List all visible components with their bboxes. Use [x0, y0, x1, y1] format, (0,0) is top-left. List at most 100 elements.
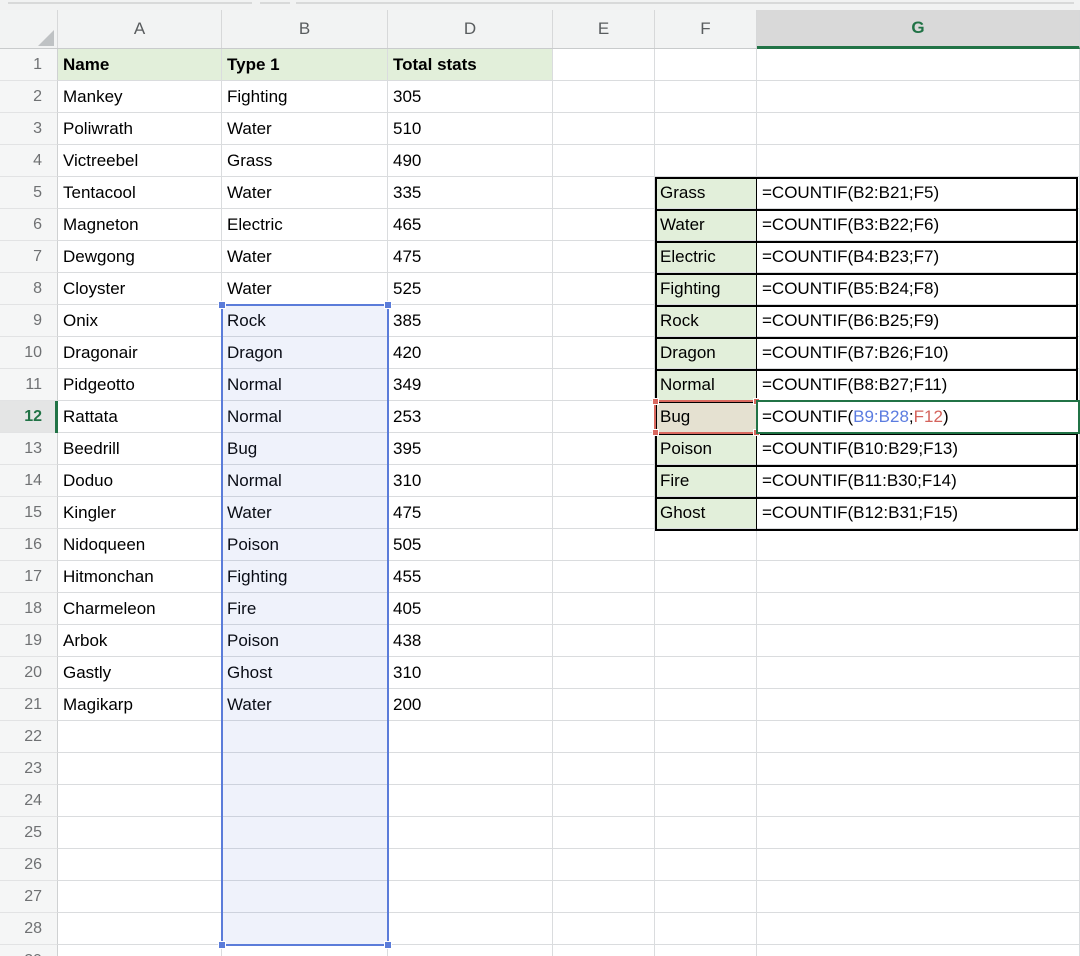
- cell-F20[interactable]: [655, 657, 757, 689]
- cell-G3[interactable]: [757, 113, 1080, 145]
- cell-F14[interactable]: Fire: [655, 465, 757, 497]
- cell-A16[interactable]: Nidoqueen: [58, 529, 222, 561]
- row-header-25[interactable]: 25: [0, 817, 58, 849]
- row-header-20[interactable]: 20: [0, 657, 58, 689]
- cell-F4[interactable]: [655, 145, 757, 177]
- range-handle-top-left[interactable]: [218, 301, 226, 309]
- cell-E7[interactable]: [553, 241, 655, 273]
- cell-E16[interactable]: [553, 529, 655, 561]
- cell-A9[interactable]: Onix: [58, 305, 222, 337]
- cell-A15[interactable]: Kingler: [58, 497, 222, 529]
- cell-A4[interactable]: Victreebel: [58, 145, 222, 177]
- cell-E27[interactable]: [553, 881, 655, 913]
- cell-D11[interactable]: 349: [388, 369, 553, 401]
- cell-G14[interactable]: =COUNTIF(B11:B30;F14): [757, 465, 1080, 497]
- row-header-19[interactable]: 19: [0, 625, 58, 657]
- range-handle-bottom-right[interactable]: [384, 941, 392, 949]
- cell-F5[interactable]: Grass: [655, 177, 757, 209]
- row-header-11[interactable]: 11: [0, 369, 58, 401]
- cell-G6[interactable]: =COUNTIF(B3:B22;F6): [757, 209, 1080, 241]
- cell-G9[interactable]: =COUNTIF(B6:B25;F9): [757, 305, 1080, 337]
- cell-E8[interactable]: [553, 273, 655, 305]
- row-header-13[interactable]: 13: [0, 433, 58, 465]
- row-header-4[interactable]: 4: [0, 145, 58, 177]
- cell-F8[interactable]: Fighting: [655, 273, 757, 305]
- cell-D5[interactable]: 335: [388, 177, 553, 209]
- cell-E18[interactable]: [553, 593, 655, 625]
- row-header-17[interactable]: 17: [0, 561, 58, 593]
- cell-E26[interactable]: [553, 849, 655, 881]
- column-header-D[interactable]: D: [388, 10, 553, 48]
- cell-F26[interactable]: [655, 849, 757, 881]
- cell-A29[interactable]: [58, 945, 222, 956]
- cell-A26[interactable]: [58, 849, 222, 881]
- cell-A11[interactable]: Pidgeotto: [58, 369, 222, 401]
- cell-A27[interactable]: [58, 881, 222, 913]
- row-header-3[interactable]: 3: [0, 113, 58, 145]
- cell-E2[interactable]: [553, 81, 655, 113]
- cell-A6[interactable]: Magneton: [58, 209, 222, 241]
- cell-D26[interactable]: [388, 849, 553, 881]
- cell-A18[interactable]: Charmeleon: [58, 593, 222, 625]
- cell-F1[interactable]: [655, 49, 757, 81]
- reference-range-B9-B28[interactable]: [221, 304, 389, 946]
- cell-E28[interactable]: [553, 913, 655, 945]
- cell-D1[interactable]: Total stats: [388, 49, 553, 81]
- cell-E3[interactable]: [553, 113, 655, 145]
- cell-E1[interactable]: [553, 49, 655, 81]
- row-header-27[interactable]: 27: [0, 881, 58, 913]
- row-header-22[interactable]: 22: [0, 721, 58, 753]
- cell-F23[interactable]: [655, 753, 757, 785]
- cell-F19[interactable]: [655, 625, 757, 657]
- cell-G11[interactable]: =COUNTIF(B8:B27;F11): [757, 369, 1080, 401]
- cell-G18[interactable]: [757, 593, 1080, 625]
- row-header-23[interactable]: 23: [0, 753, 58, 785]
- cell-E29[interactable]: [553, 945, 655, 956]
- cell-A1[interactable]: Name: [58, 49, 222, 81]
- cell-D20[interactable]: 310: [388, 657, 553, 689]
- cell-D15[interactable]: 475: [388, 497, 553, 529]
- cell-D22[interactable]: [388, 721, 553, 753]
- cell-D6[interactable]: 465: [388, 209, 553, 241]
- cell-B29[interactable]: [222, 945, 388, 956]
- range-handle-top-left[interactable]: [652, 398, 659, 405]
- cell-F2[interactable]: [655, 81, 757, 113]
- cell-G26[interactable]: [757, 849, 1080, 881]
- cell-F22[interactable]: [655, 721, 757, 753]
- cell-A10[interactable]: Dragonair: [58, 337, 222, 369]
- cell-F17[interactable]: [655, 561, 757, 593]
- row-header-2[interactable]: 2: [0, 81, 58, 113]
- column-header-B[interactable]: B: [222, 10, 388, 48]
- cell-F13[interactable]: Poison: [655, 433, 757, 465]
- cell-F6[interactable]: Water: [655, 209, 757, 241]
- cell-D13[interactable]: 395: [388, 433, 553, 465]
- row-header-10[interactable]: 10: [0, 337, 58, 369]
- cell-F16[interactable]: [655, 529, 757, 561]
- cell-A28[interactable]: [58, 913, 222, 945]
- cell-G23[interactable]: [757, 753, 1080, 785]
- cell-B5[interactable]: Water: [222, 177, 388, 209]
- cell-G19[interactable]: [757, 625, 1080, 657]
- cell-D19[interactable]: 438: [388, 625, 553, 657]
- range-handle-bottom-left[interactable]: [652, 429, 659, 436]
- row-header-21[interactable]: 21: [0, 689, 58, 721]
- cell-F29[interactable]: [655, 945, 757, 956]
- cell-A25[interactable]: [58, 817, 222, 849]
- cell-E20[interactable]: [553, 657, 655, 689]
- cell-G20[interactable]: [757, 657, 1080, 689]
- cell-A23[interactable]: [58, 753, 222, 785]
- cell-G15[interactable]: =COUNTIF(B12:B31;F15): [757, 497, 1080, 529]
- row-header-9[interactable]: 9: [0, 305, 58, 337]
- cell-A20[interactable]: Gastly: [58, 657, 222, 689]
- cell-A12[interactable]: Rattata: [58, 401, 222, 433]
- cell-A19[interactable]: Arbok: [58, 625, 222, 657]
- row-header-15[interactable]: 15: [0, 497, 58, 529]
- cell-B8[interactable]: Water: [222, 273, 388, 305]
- cell-B3[interactable]: Water: [222, 113, 388, 145]
- row-header-18[interactable]: 18: [0, 593, 58, 625]
- cell-D27[interactable]: [388, 881, 553, 913]
- cell-G7[interactable]: =COUNTIF(B4:B23;F7): [757, 241, 1080, 273]
- cell-G24[interactable]: [757, 785, 1080, 817]
- cell-G28[interactable]: [757, 913, 1080, 945]
- cell-A17[interactable]: Hitmonchan: [58, 561, 222, 593]
